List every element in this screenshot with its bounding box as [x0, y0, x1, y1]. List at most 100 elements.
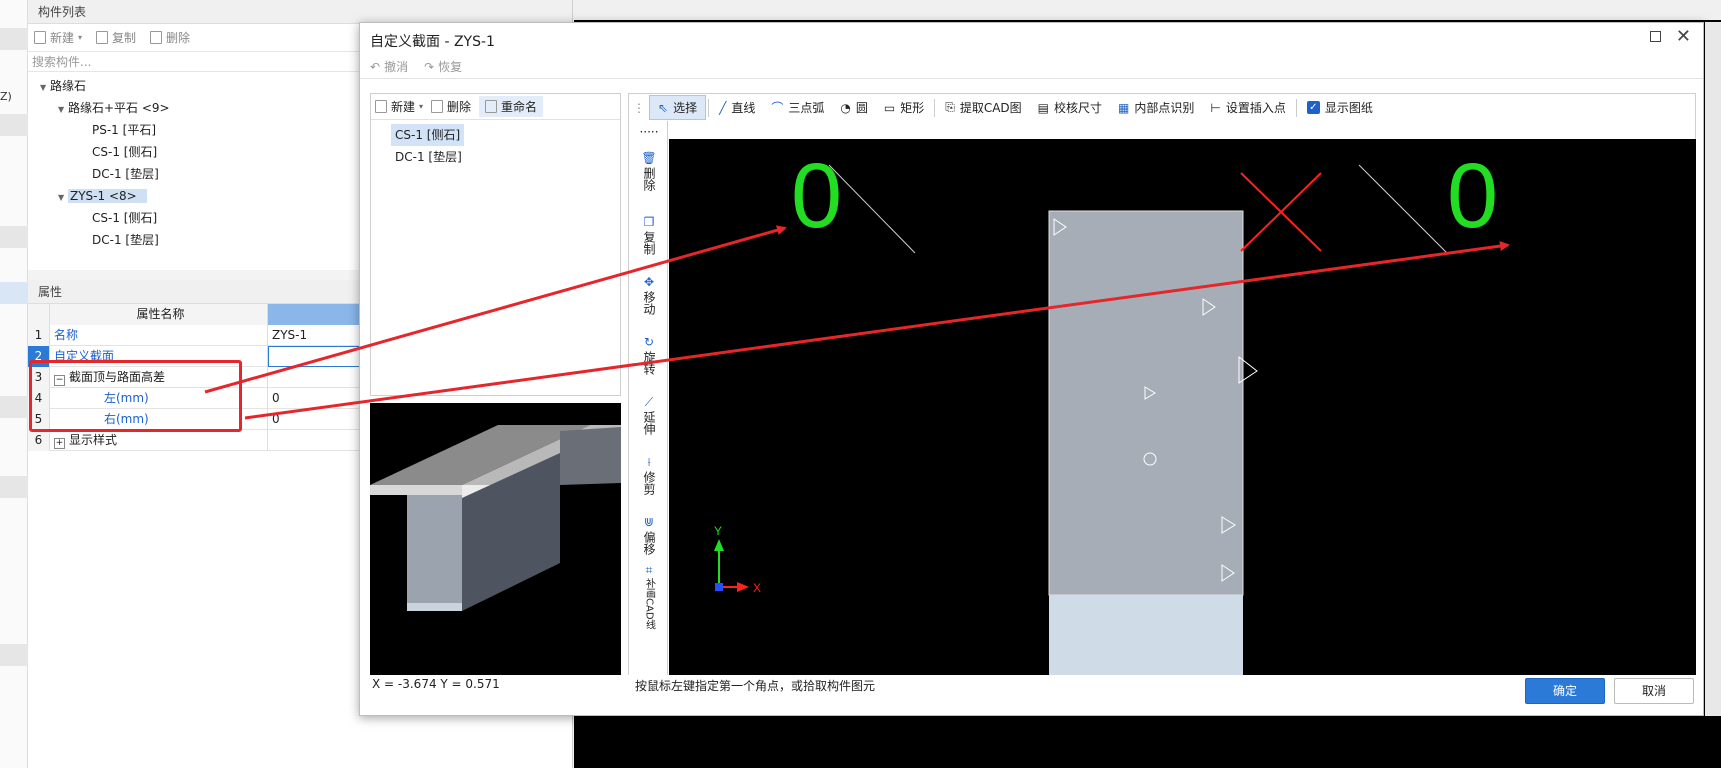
show-drawing-checkbox[interactable]: ✓ 显示图纸: [1299, 96, 1381, 119]
tree-label: 路缘石: [50, 79, 87, 93]
side-move-label: 移动: [642, 291, 656, 315]
maximize-icon[interactable]: [1650, 31, 1661, 42]
origin-marker: [715, 583, 723, 591]
coordinate-readout: X = -3.674 Y = 0.571: [372, 677, 500, 691]
arc-icon: ⌒: [771, 101, 784, 115]
side-move-button[interactable]: ✥ 移动: [629, 275, 669, 318]
arc-tool-button[interactable]: ⌒ 三点弧: [763, 96, 832, 119]
arc-label: 三点弧: [788, 101, 825, 115]
section-list-item-selected[interactable]: CS-1 [侧石]: [391, 124, 465, 146]
line-label: 直线: [731, 101, 756, 115]
ok-button[interactable]: 确定: [1525, 678, 1605, 704]
undo-button[interactable]: ↶ 撤消: [370, 58, 408, 75]
copy-component-button[interactable]: 复制: [96, 29, 136, 46]
delete-section-button[interactable]: 删除: [431, 98, 471, 115]
side-trim-label: 修剪: [642, 471, 656, 495]
rename-button[interactable]: 重命名: [479, 96, 544, 117]
delete-label: 删除: [166, 31, 191, 45]
side-rotate-button[interactable]: ↻ 旋转: [629, 335, 669, 378]
expand-triangle-icon[interactable]: ▼: [58, 187, 68, 209]
new-component-button[interactable]: 新建 ▾: [34, 29, 82, 46]
y-axis-arrow: [714, 539, 724, 551]
expand-icon[interactable]: +: [54, 438, 65, 449]
extract-cad-button[interactable]: ⎘ 提取CAD图: [937, 96, 1029, 119]
check-size-button[interactable]: ▤ 校核尺寸: [1030, 96, 1110, 119]
strip-band: [0, 114, 28, 136]
row-number: 1: [28, 325, 50, 346]
undo-label: 撤消: [384, 60, 409, 74]
section-list-item[interactable]: DC-1 [垫层]: [391, 146, 466, 168]
side-copy-button[interactable]: ❐ 复制: [629, 215, 669, 258]
extract-icon: ⎘: [945, 100, 955, 114]
inner-point-button[interactable]: ▦ 内部点识别: [1110, 96, 1202, 119]
side-delete-button[interactable]: 🗑 删除: [629, 151, 669, 194]
side-grip-icon: ·····: [639, 125, 659, 139]
curb-stone-section[interactable]: [1048, 210, 1244, 596]
x-axis-label: X: [753, 581, 761, 595]
redo-icon: ↷: [424, 59, 435, 74]
left-strip: Z): [0, 0, 28, 768]
tree-node-cs1[interactable]: CS-1 [侧石]: [92, 141, 157, 163]
bedding-layer-section[interactable]: [1049, 595, 1243, 675]
expand-triangle-icon[interactable]: ▼: [40, 77, 50, 99]
tree-node-group1[interactable]: ▼ 路缘石+平石 <9>: [58, 97, 170, 119]
delete-label: 删除: [447, 100, 472, 114]
column-header-name: 属性名称: [50, 304, 268, 325]
cad-line-icon: ⌗: [645, 563, 653, 577]
front-lip-left: [370, 485, 462, 495]
checkbox-checked-icon[interactable]: ✓: [1306, 101, 1320, 114]
select-tool-button[interactable]: ⇖ 选择: [649, 95, 707, 120]
tree-node-dc1[interactable]: DC-1 [垫层]: [92, 163, 159, 185]
component-list-header: 构件列表: [28, 0, 572, 24]
strip-band: [0, 396, 28, 418]
circle-icon: ◔: [840, 100, 851, 115]
side-trim-button[interactable]: ⟊ 修剪: [629, 455, 669, 498]
line-icon: ╱: [719, 100, 727, 115]
side-cad-line-button[interactable]: ⌗ 补画CAD线: [629, 563, 669, 633]
side-extend-label: 延伸: [642, 411, 656, 435]
right-zero-label: 0: [1447, 145, 1498, 247]
ruler-icon: ▤: [1037, 100, 1050, 115]
trash-icon: 🗑: [641, 151, 657, 165]
line-tool-button[interactable]: ╱ 直线: [711, 96, 763, 119]
extend-icon: ⟋: [644, 395, 654, 409]
3d-preview[interactable]: [370, 403, 621, 675]
strip-band: [0, 644, 28, 666]
toolbar-separator: [708, 98, 710, 117]
background-canvas-header: [574, 0, 1721, 20]
side-tool-column: ····· 🗑 删除 ❐ 复制 ✥ 移动 ↻ 旋转 ⟋ 延伸 ⟊ 修剪 ⋓ 偏移 ⌗ 补画CAD…: [628, 121, 668, 675]
dialog-title: 自定义截面 - ZYS-1: [370, 34, 495, 50]
side-extend-button[interactable]: ⟋ 延伸: [629, 395, 669, 438]
strip-highlight: [0, 282, 28, 304]
tree-node-cs1[interactable]: CS-1 [侧石]: [92, 207, 157, 229]
dropdown-icon: ▾: [78, 33, 83, 42]
side-rotate-label: 旋转: [642, 351, 656, 375]
window-edge: [1705, 22, 1721, 716]
expand-triangle-icon[interactable]: ▼: [58, 99, 68, 121]
tree-node-root[interactable]: ▼ 路缘石: [40, 75, 86, 97]
new-section-button[interactable]: 新建 ▾: [375, 98, 423, 115]
tree-node-dc1[interactable]: DC-1 [垫层]: [92, 229, 159, 251]
trim-icon: ⟊: [647, 455, 651, 469]
drawing-toolbar: ⋮ ⇖ 选择 ╱ 直线 ⌒ 三点弧 ◔ 圆 ▭ 矩形 ⎘ 提取CAD图 ▤ 校核…: [628, 93, 1696, 121]
insert-point-icon: ⊢: [1210, 100, 1221, 115]
circle-tool-button[interactable]: ◔ 圆: [832, 96, 876, 119]
tree-label-selected: ZYS-1 <8>: [68, 189, 147, 203]
redo-button[interactable]: ↷ 恢复: [424, 58, 462, 75]
dropdown-icon: ▾: [419, 102, 424, 111]
inner-point-label: 内部点识别: [1134, 101, 1195, 115]
cancel-button[interactable]: 取消: [1614, 678, 1694, 704]
insert-point-label: 设置插入点: [1225, 101, 1286, 115]
tree-node-group2[interactable]: ▼ ZYS-1 <8>: [58, 185, 147, 207]
tree-label: 路缘石+平石 <9>: [68, 101, 170, 115]
drawing-canvas-area[interactable]: 0 0 Y X: [669, 121, 1696, 675]
close-icon[interactable]: ✕: [1676, 26, 1691, 47]
tree-node-ps1[interactable]: PS-1 [平石]: [92, 119, 156, 141]
side-offset-button[interactable]: ⋓ 偏移: [629, 515, 669, 558]
drawing-canvas[interactable]: 0 0 Y X: [669, 139, 1696, 675]
undo-redo-bar: ↶ 撤消 ↷ 恢复: [360, 55, 1703, 79]
insert-point-button[interactable]: ⊢ 设置插入点: [1202, 96, 1293, 119]
rect-tool-button[interactable]: ▭ 矩形: [876, 96, 932, 119]
delete-component-button[interactable]: 删除: [150, 29, 190, 46]
circle-label: 圆: [855, 101, 868, 115]
